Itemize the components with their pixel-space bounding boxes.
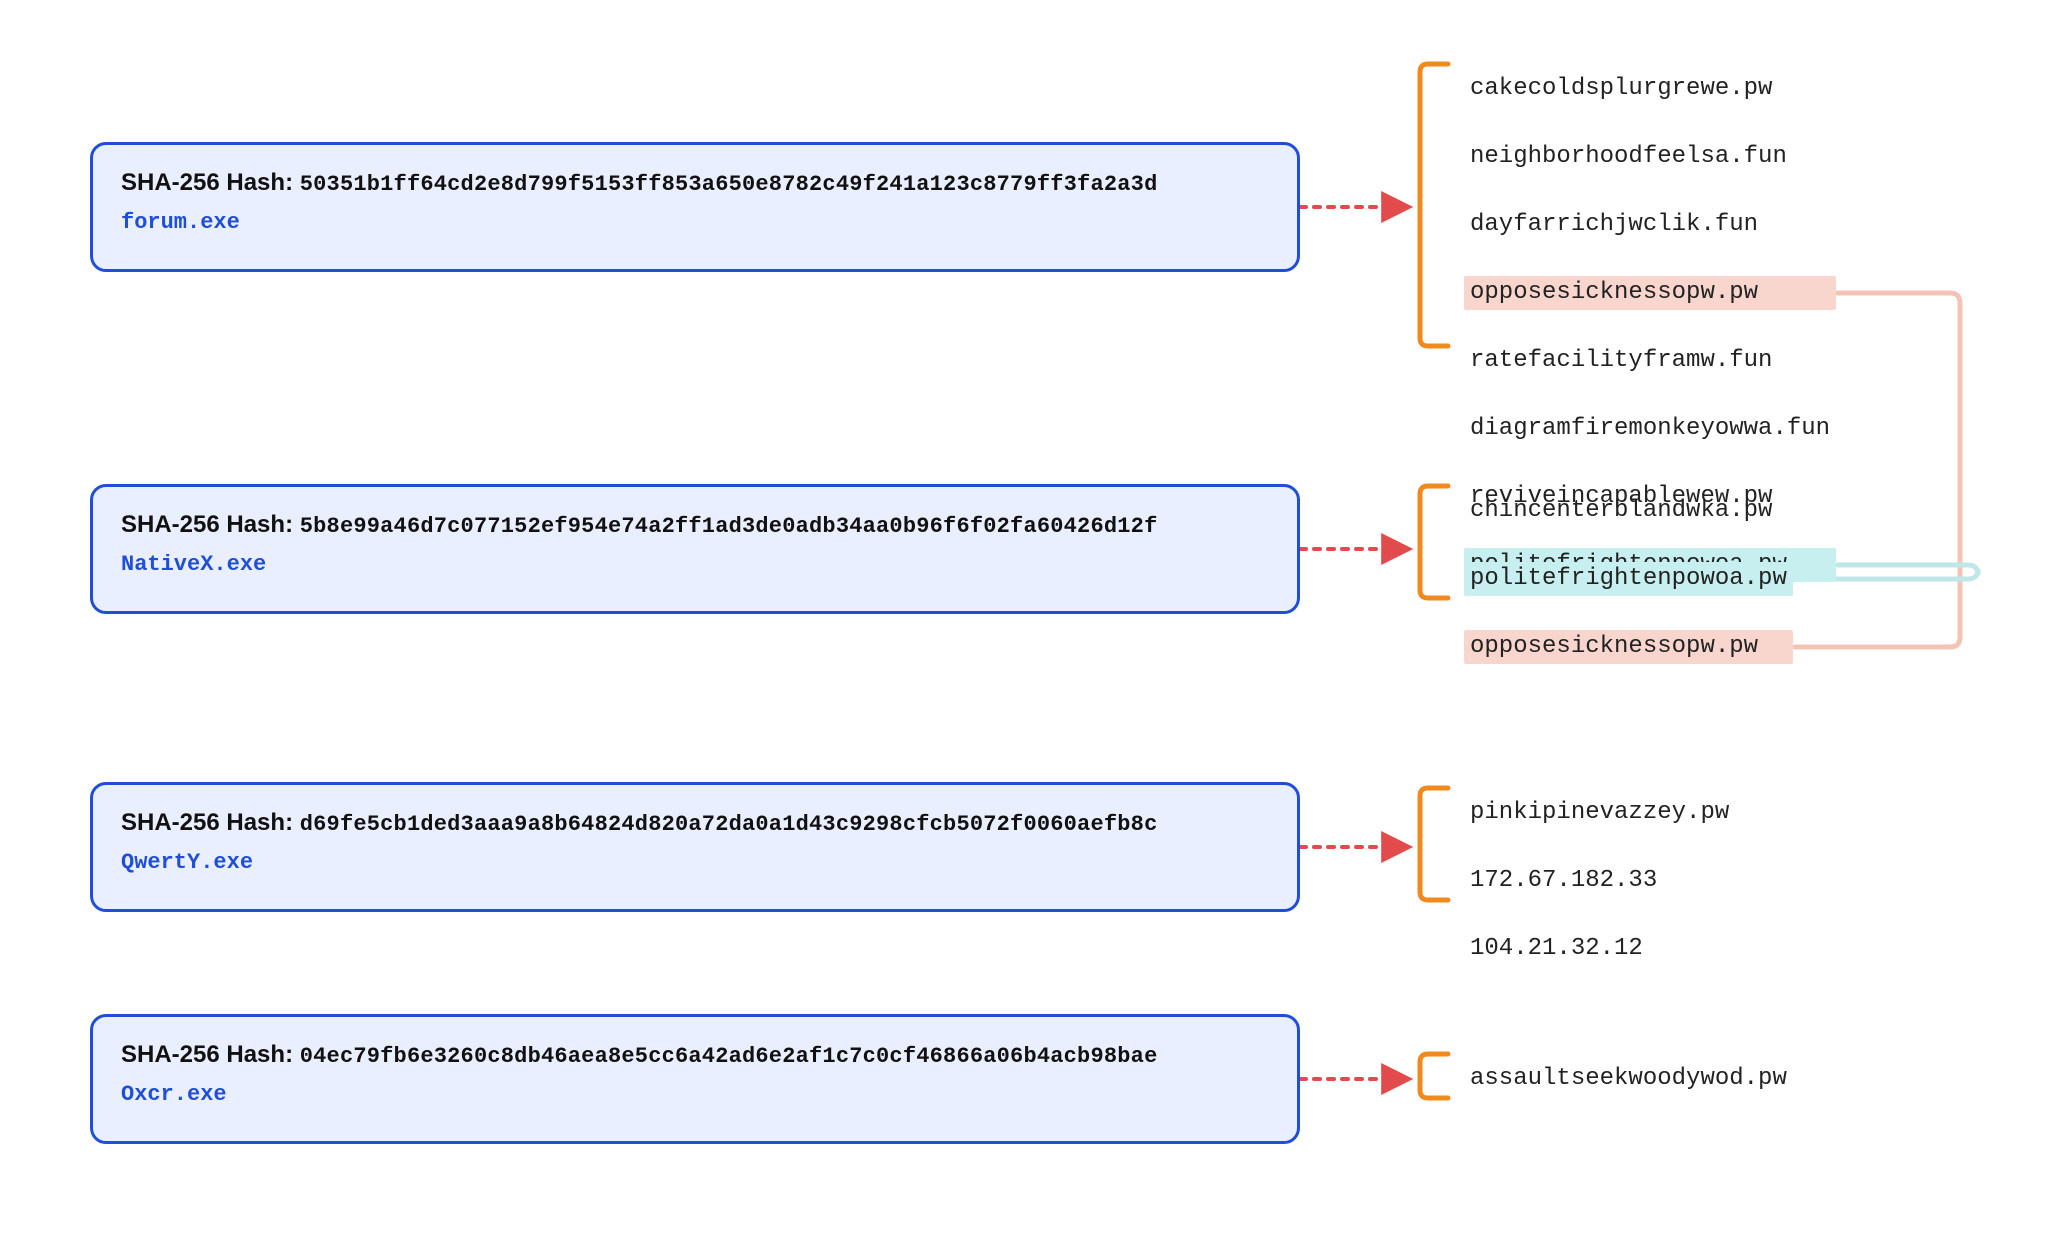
hash-label: SHA-256 Hash: [121,169,300,196]
domain-item: neighborhoodfeelsa.fun [1464,140,1836,174]
hash-line: SHA-256 Hash: d69fe5cb1ded3aaa9a8b64824d… [121,807,1269,840]
bracket [1420,64,1448,346]
domain-item: 172.67.182.33 [1464,864,1735,898]
domain-item-shared: politefrightenpowoa.pw [1464,562,1793,596]
domain-list: assaultseekwoodywod.pw [1464,1062,1793,1130]
domain-item: diagramfiremonkeyowwa.fun [1464,412,1836,446]
domain-list: pinkipinevazzey.pw 172.67.182.33 104.21.32… [1464,796,1735,1000]
hash-box: SHA-256 Hash: 5b8e99a46d7c077152ef954e74… [90,484,1300,614]
hash-line: SHA-256 Hash: 50351b1ff64cd2e8d799f5153f… [121,167,1269,200]
bracket [1420,1054,1448,1098]
domain-item: dayfarrichjwclik.fun [1464,208,1836,242]
hash-value: d69fe5cb1ded3aaa9a8b64824d820a72da0a1d43… [300,812,1158,837]
filename: QwertY.exe [121,850,1269,875]
domain-item: assaultseekwoodywod.pw [1464,1062,1793,1096]
hash-value: 04ec79fb6e3260c8db46aea8e5cc6a42ad6e2af1… [300,1044,1158,1069]
diagram-canvas: SHA-256 Hash: 50351b1ff64cd2e8d799f5153f… [0,0,2048,1256]
domain-item: cakecoldsplurgrewe.pw [1464,72,1836,106]
bracket [1420,486,1448,598]
filename: NativeX.exe [121,552,1269,577]
domain-list: chincenterblandwka.pw politefrightenpowoa… [1464,494,1793,698]
domain-item-shared: opposesicknessopw.pw [1464,630,1793,664]
filename: forum.exe [121,210,1269,235]
hash-label: SHA-256 Hash: [121,511,300,538]
domain-item: 104.21.32.12 [1464,932,1735,966]
hash-line: SHA-256 Hash: 04ec79fb6e3260c8db46aea8e5… [121,1039,1269,1072]
hash-label: SHA-256 Hash: [121,809,300,836]
domain-item: chincenterblandwka.pw [1464,494,1793,528]
hash-value: 50351b1ff64cd2e8d799f5153ff853a650e8782c… [300,172,1158,197]
domain-item-shared: opposesicknessopw.pw [1464,276,1836,310]
domain-item: ratefacilityframw.fun [1464,344,1836,378]
hash-line: SHA-256 Hash: 5b8e99a46d7c077152ef954e74… [121,509,1269,542]
filename: Oxcr.exe [121,1082,1269,1107]
hash-box: SHA-256 Hash: 50351b1ff64cd2e8d799f5153f… [90,142,1300,272]
hash-value: 5b8e99a46d7c077152ef954e74a2ff1ad3de0adb… [300,514,1158,539]
hash-label: SHA-256 Hash: [121,1041,300,1068]
domain-item: pinkipinevazzey.pw [1464,796,1735,830]
hash-box: SHA-256 Hash: 04ec79fb6e3260c8db46aea8e5… [90,1014,1300,1144]
bracket [1420,788,1448,900]
hash-box: SHA-256 Hash: d69fe5cb1ded3aaa9a8b64824d… [90,782,1300,912]
